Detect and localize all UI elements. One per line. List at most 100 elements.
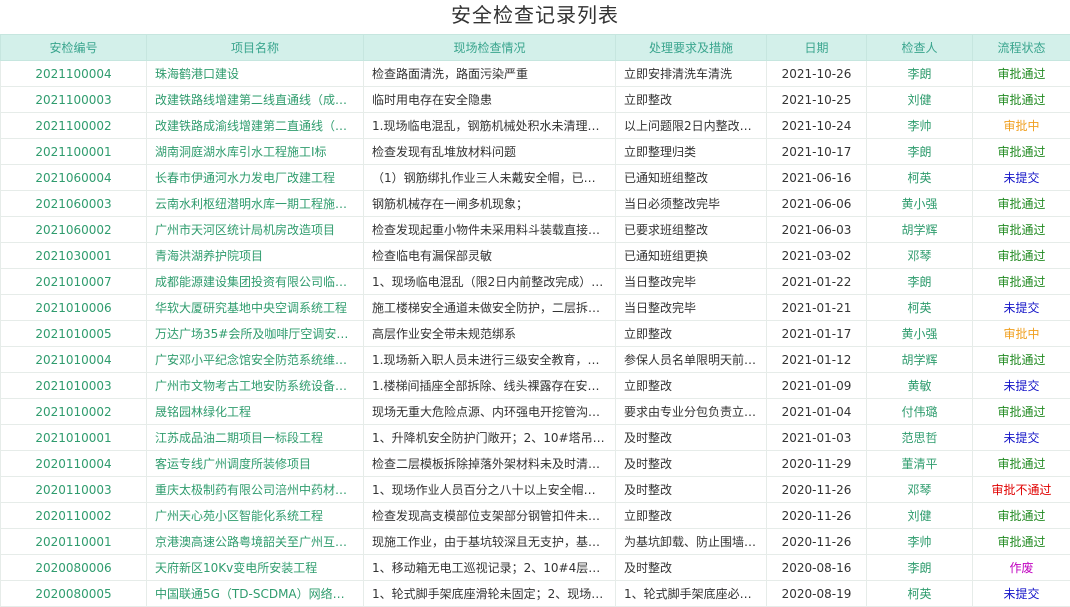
row-project-link[interactable]: 天府新区10Kv变电所安装工程	[147, 555, 364, 581]
row-status: 未提交	[973, 165, 1070, 191]
row-code-link[interactable]: 2021010002	[1, 399, 147, 425]
table-row[interactable]: 2020080005中国联通5G（TD-SCDMA）网络…1、轮式脚手架底座滑轮…	[1, 581, 1070, 607]
row-status: 审批通过	[973, 347, 1070, 373]
row-code-link[interactable]: 2021060002	[1, 217, 147, 243]
table-row[interactable]: 2021100003改建铁路线增建第二线直通线（成…临时用电存在安全隐患立即整改…	[1, 87, 1070, 113]
row-finding: 检查发现高支模部位支架部分钢管扣件未…	[364, 503, 616, 529]
row-code-link[interactable]: 2020110004	[1, 451, 147, 477]
table-row[interactable]: 2021010006华软大厦研究基地中央空调系统工程施工楼梯安全通道未做安全防护…	[1, 295, 1070, 321]
row-code-link[interactable]: 2021100003	[1, 87, 147, 113]
row-code-link[interactable]: 2020110001	[1, 529, 147, 555]
table-row[interactable]: 2021010003广州市文物考古工地安防系统设备…1.楼梯间插座全部拆除、线头…	[1, 373, 1070, 399]
column-header-code[interactable]: 安检编号	[1, 35, 147, 61]
row-date: 2021-10-24	[767, 113, 867, 139]
row-status: 审批中	[973, 113, 1070, 139]
row-project-link[interactable]: 云南水利枢纽潜明水库一期工程施…	[147, 191, 364, 217]
table-row[interactable]: 2021060004长春市伊通河水力发电厂改建工程（1）钢筋绑扎作业三人未戴安全…	[1, 165, 1070, 191]
row-finding: 1、现场临电混乱（限2日内前整改完成）…	[364, 269, 616, 295]
table-row[interactable]: 2021010007成都能源建设集团投资有限公司临…1、现场临电混乱（限2日内前…	[1, 269, 1070, 295]
row-project-link[interactable]: 改建铁路线增建第二线直通线（成…	[147, 87, 364, 113]
table-row[interactable]: 2021010005万达广场35#会所及咖啡厅空调安…高层作业安全带未规范绑系立…	[1, 321, 1070, 347]
row-status: 审批通过	[973, 503, 1070, 529]
table-row[interactable]: 2020110002广州天心苑小区智能化系统工程检查发现高支模部位支架部分钢管扣…	[1, 503, 1070, 529]
row-project-link[interactable]: 广安邓小平纪念馆安全防范系统维…	[147, 347, 364, 373]
row-project-link[interactable]: 晟铭园林绿化工程	[147, 399, 364, 425]
table-row[interactable]: 2021060003云南水利枢纽潜明水库一期工程施…钢筋机械存在一闸多机现象；当…	[1, 191, 1070, 217]
row-code-link[interactable]: 2021010001	[1, 425, 147, 451]
table-row[interactable]: 2020110001京港澳高速公路粤境韶关至广州互…现施工作业，由于基坑较深且无…	[1, 529, 1070, 555]
row-finding: 检查发现起重小物件未采用料斗装载直接…	[364, 217, 616, 243]
table-row[interactable]: 2020110004客运专线广州调度所装修项目检查二层模板拆除掉落外架材料未及时…	[1, 451, 1070, 477]
row-requirement: 参保人员名单限明天前…	[616, 347, 767, 373]
row-inspector: 邓琴	[867, 477, 973, 503]
row-code-link[interactable]: 2021010003	[1, 373, 147, 399]
table-row[interactable]: 2021060002广州市天河区统计局机房改造项目检查发现起重小物件未采用料斗装…	[1, 217, 1070, 243]
table-row[interactable]: 2021030001青海洪湖养护院项目检查临电有漏保部灵敏已通知班组更换2021…	[1, 243, 1070, 269]
row-requirement: 立即整改	[616, 373, 767, 399]
table-row[interactable]: 2021100001湖南洞庭湖水库引水工程施工I标检查发现有乱堆放材料问题立即整…	[1, 139, 1070, 165]
row-requirement: 及时整改	[616, 555, 767, 581]
row-project-link[interactable]: 客运专线广州调度所装修项目	[147, 451, 364, 477]
row-code-link[interactable]: 2020080006	[1, 555, 147, 581]
row-project-link[interactable]: 青海洪湖养护院项目	[147, 243, 364, 269]
row-project-link[interactable]: 江苏成品油二期项目一标段工程	[147, 425, 364, 451]
row-project-link[interactable]: 湖南洞庭湖水库引水工程施工I标	[147, 139, 364, 165]
row-code-link[interactable]: 2021100001	[1, 139, 147, 165]
row-code-link[interactable]: 2021100002	[1, 113, 147, 139]
row-project-link[interactable]: 中国联通5G（TD-SCDMA）网络…	[147, 581, 364, 607]
row-finding: 检查二层模板拆除掉落外架材料未及时清…	[364, 451, 616, 477]
row-inspector: 柯英	[867, 295, 973, 321]
column-header-inspector[interactable]: 检查人	[867, 35, 973, 61]
row-project-link[interactable]: 华软大厦研究基地中央空调系统工程	[147, 295, 364, 321]
row-date: 2021-06-16	[767, 165, 867, 191]
column-header-requirement[interactable]: 处理要求及措施	[616, 35, 767, 61]
row-project-link[interactable]: 珠海鹤港口建设	[147, 61, 364, 87]
row-code-link[interactable]: 2021010006	[1, 295, 147, 321]
row-code-link[interactable]: 2021010005	[1, 321, 147, 347]
table-row[interactable]: 2020080006天府新区10Kv变电所安装工程1、移动箱无电工巡视记录；2、…	[1, 555, 1070, 581]
row-date: 2021-01-21	[767, 295, 867, 321]
row-requirement: 已通知班组更换	[616, 243, 767, 269]
row-inspector: 黄小强	[867, 321, 973, 347]
table-row[interactable]: 2021010002晟铭园林绿化工程现场无重大危险点源、内环强电开挖管沟…要求由…	[1, 399, 1070, 425]
row-status: 审批通过	[973, 529, 1070, 555]
row-finding: 检查路面清洗，路面污染严重	[364, 61, 616, 87]
row-finding: 1、移动箱无电工巡视记录；2、10#4层无…	[364, 555, 616, 581]
row-project-link[interactable]: 改建铁路成渝线增建第二直通线（…	[147, 113, 364, 139]
column-header-project[interactable]: 项目名称	[147, 35, 364, 61]
row-requirement: 立即安排清洗车清洗	[616, 61, 767, 87]
row-project-link[interactable]: 广州市天河区统计局机房改造项目	[147, 217, 364, 243]
row-finding: 1.楼梯间插座全部拆除、线头裸露存在安…	[364, 373, 616, 399]
row-code-link[interactable]: 2021100004	[1, 61, 147, 87]
row-code-link[interactable]: 2021060004	[1, 165, 147, 191]
row-code-link[interactable]: 2021060003	[1, 191, 147, 217]
row-code-link[interactable]: 2021010007	[1, 269, 147, 295]
row-status: 审批不通过	[973, 477, 1070, 503]
row-finding: 检查临电有漏保部灵敏	[364, 243, 616, 269]
row-project-link[interactable]: 长春市伊通河水力发电厂改建工程	[147, 165, 364, 191]
row-project-link[interactable]: 京港澳高速公路粤境韶关至广州互…	[147, 529, 364, 555]
row-code-link[interactable]: 2021010004	[1, 347, 147, 373]
row-requirement: 立即整改	[616, 87, 767, 113]
row-project-link[interactable]: 重庆太极制药有限公司涪州中药材…	[147, 477, 364, 503]
row-status: 未提交	[973, 373, 1070, 399]
row-project-link[interactable]: 广州市文物考古工地安防系统设备…	[147, 373, 364, 399]
row-project-link[interactable]: 万达广场35#会所及咖啡厅空调安…	[147, 321, 364, 347]
row-project-link[interactable]: 广州天心苑小区智能化系统工程	[147, 503, 364, 529]
row-code-link[interactable]: 2020110003	[1, 477, 147, 503]
row-code-link[interactable]: 2020080005	[1, 581, 147, 607]
row-code-link[interactable]: 2021030001	[1, 243, 147, 269]
row-inspector: 邓琴	[867, 243, 973, 269]
column-header-date[interactable]: 日期	[767, 35, 867, 61]
row-project-link[interactable]: 成都能源建设集团投资有限公司临…	[147, 269, 364, 295]
row-code-link[interactable]: 2020110002	[1, 503, 147, 529]
table-row[interactable]: 2021010001江苏成品油二期项目一标段工程1、升降机安全防护门敞开；2、1…	[1, 425, 1070, 451]
table-row[interactable]: 2021100002改建铁路成渝线增建第二直通线（…1.现场临电混乱，钢筋机械处…	[1, 113, 1070, 139]
table-row[interactable]: 2021100004珠海鹤港口建设检查路面清洗，路面污染严重立即安排清洗车清洗2…	[1, 61, 1070, 87]
column-header-finding[interactable]: 现场检查情况	[364, 35, 616, 61]
table-row[interactable]: 2020110003重庆太极制药有限公司涪州中药材…1、现场作业人员百分之八十以…	[1, 477, 1070, 503]
column-header-status[interactable]: 流程状态	[973, 35, 1070, 61]
row-status: 作废	[973, 555, 1070, 581]
row-inspector: 黄小强	[867, 191, 973, 217]
table-row[interactable]: 2021010004广安邓小平纪念馆安全防范系统维…1.现场新入职人员未进行三级…	[1, 347, 1070, 373]
